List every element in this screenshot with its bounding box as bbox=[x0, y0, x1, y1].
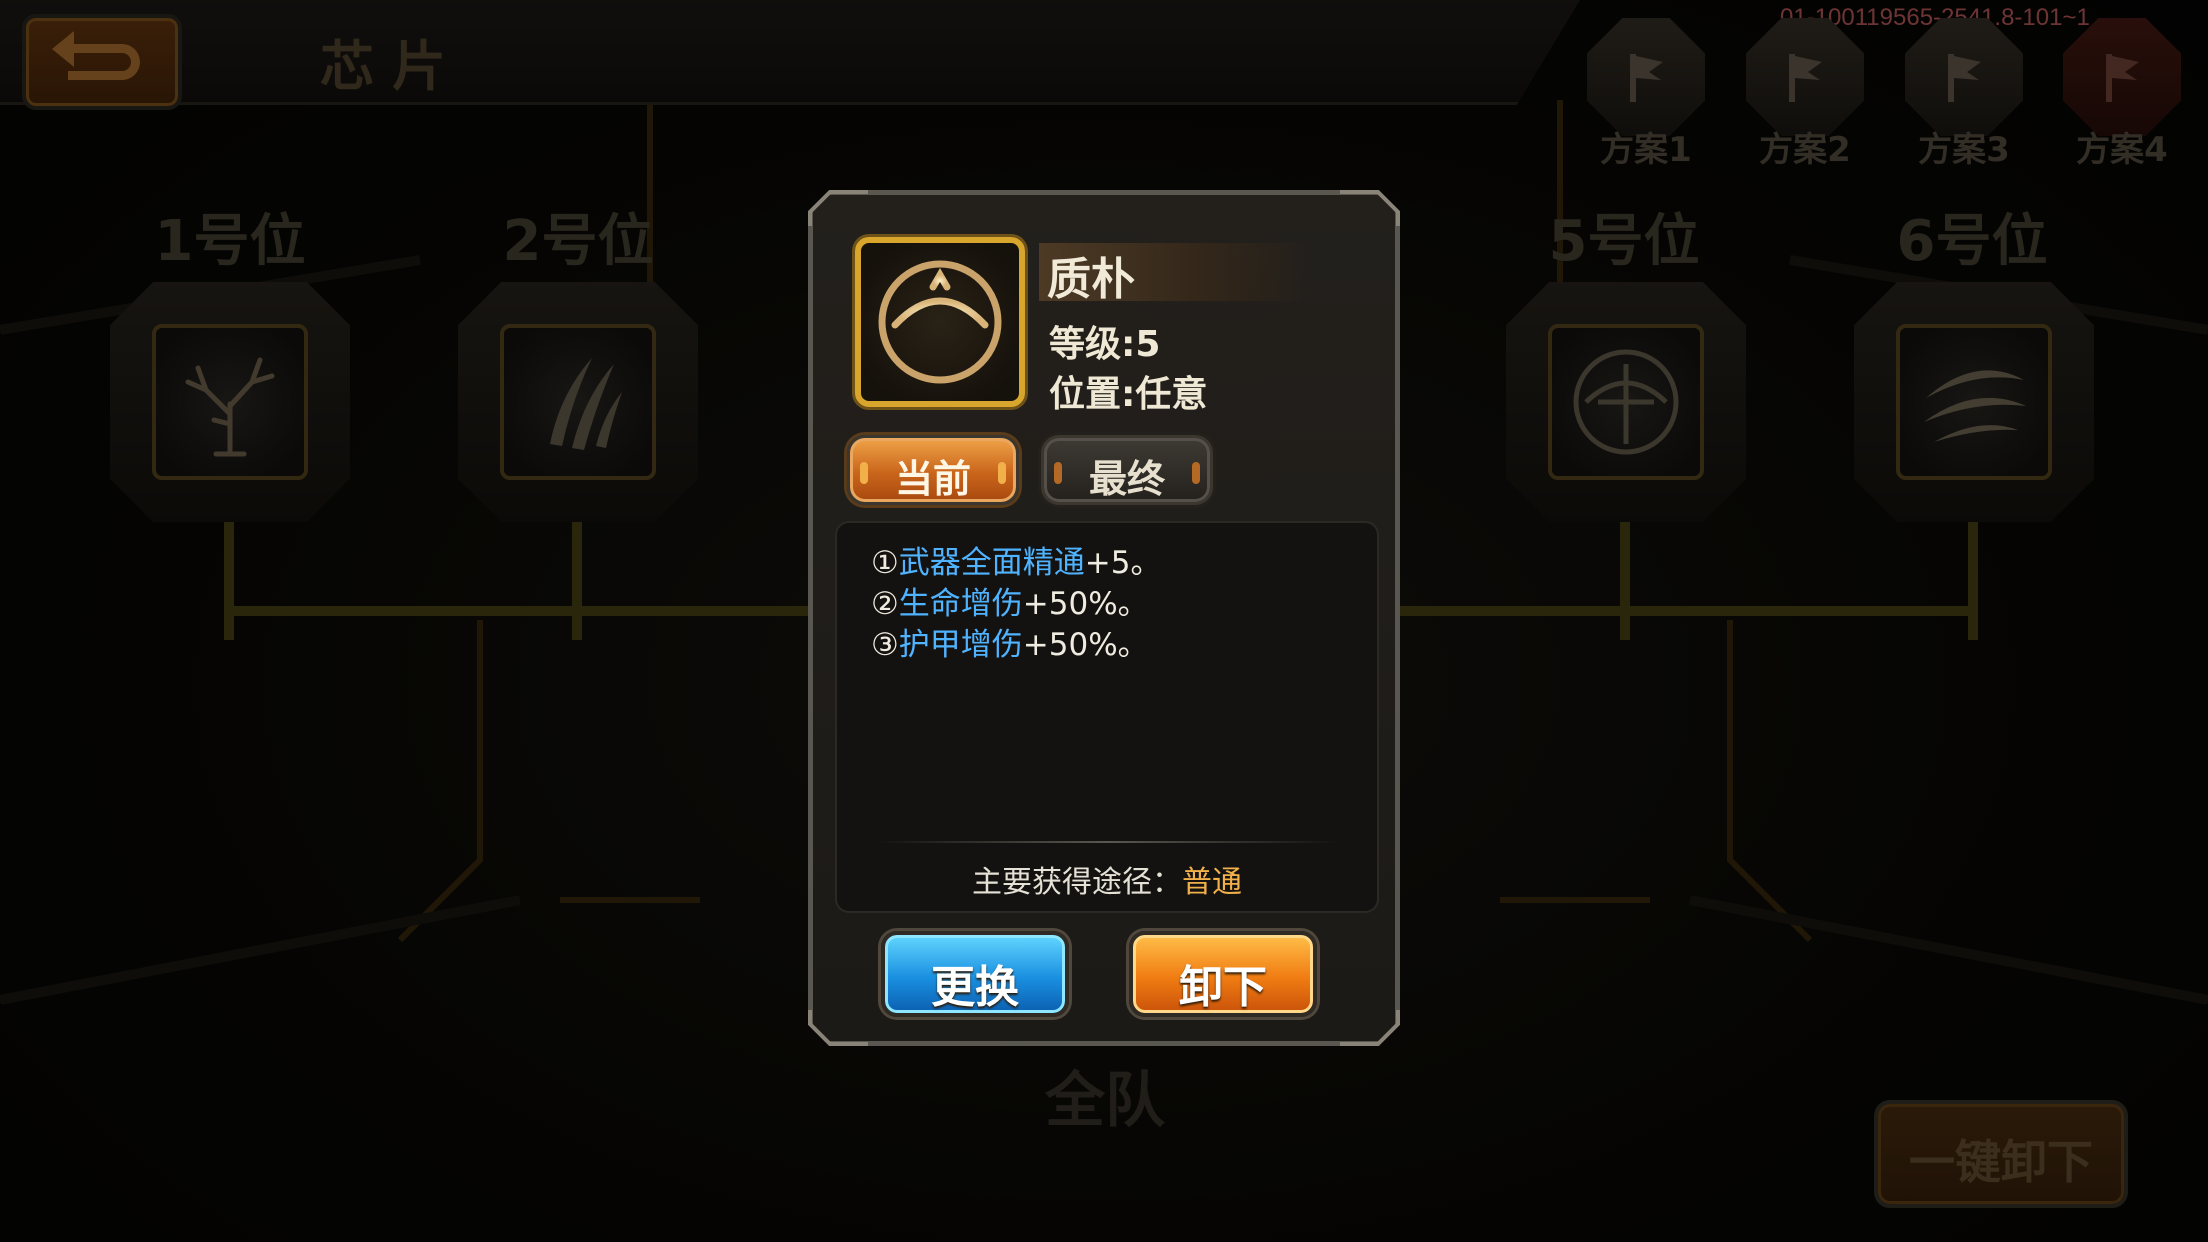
effect-index: ① bbox=[871, 545, 899, 581]
chip-detail-popup: 质朴 等级:5 位置:任意 当前 最终 ①武器全面精通+5。 ②生命增伤+50%… bbox=[808, 190, 1400, 1046]
effect-line: ②生命增伤+50%。 bbox=[871, 578, 1149, 623]
tab-final-label: 最终 bbox=[1088, 457, 1165, 501]
chip-name: 质朴 bbox=[1047, 254, 1135, 305]
chip-icon-frame bbox=[855, 237, 1025, 407]
effect-index: ② bbox=[871, 586, 899, 622]
effect-name: 武器全面精通 bbox=[898, 545, 1085, 581]
unequip-button[interactable]: 卸下 bbox=[1129, 931, 1317, 1017]
source-value: 普通 bbox=[1182, 865, 1242, 900]
replace-button[interactable]: 更换 bbox=[881, 931, 1069, 1017]
tab-current-label: 当前 bbox=[894, 457, 971, 501]
tab-final[interactable]: 最终 bbox=[1041, 435, 1213, 505]
source-label: 主要获得途径： bbox=[972, 865, 1182, 900]
replace-label: 更换 bbox=[931, 962, 1019, 1013]
tab-current[interactable]: 当前 bbox=[847, 435, 1019, 505]
effect-value: +5。 bbox=[1084, 545, 1162, 581]
effect-index: ③ bbox=[871, 627, 899, 663]
divider bbox=[877, 841, 1339, 843]
effect-line: ③护甲增伤+50%。 bbox=[871, 619, 1149, 664]
effect-description-panel: ①武器全面精通+5。 ②生命增伤+50%。 ③护甲增伤+50%。 主要获得途径：… bbox=[835, 521, 1379, 913]
chip-level: 等级:5 bbox=[1049, 324, 1161, 365]
unequip-label: 卸下 bbox=[1179, 962, 1267, 1013]
acquisition-source: 主要获得途径：普通 bbox=[837, 857, 1377, 901]
effect-line: ①武器全面精通+5。 bbox=[871, 537, 1162, 582]
effect-name: 生命增伤 bbox=[898, 586, 1023, 622]
crossbow-icon bbox=[865, 247, 1015, 397]
chip-position: 位置:任意 bbox=[1049, 374, 1208, 415]
effect-name: 护甲增伤 bbox=[898, 627, 1023, 663]
effect-value: +50%。 bbox=[1022, 586, 1149, 622]
tab-pip bbox=[1192, 462, 1200, 484]
tab-pip bbox=[998, 462, 1006, 484]
effect-value: +50%。 bbox=[1022, 627, 1149, 663]
